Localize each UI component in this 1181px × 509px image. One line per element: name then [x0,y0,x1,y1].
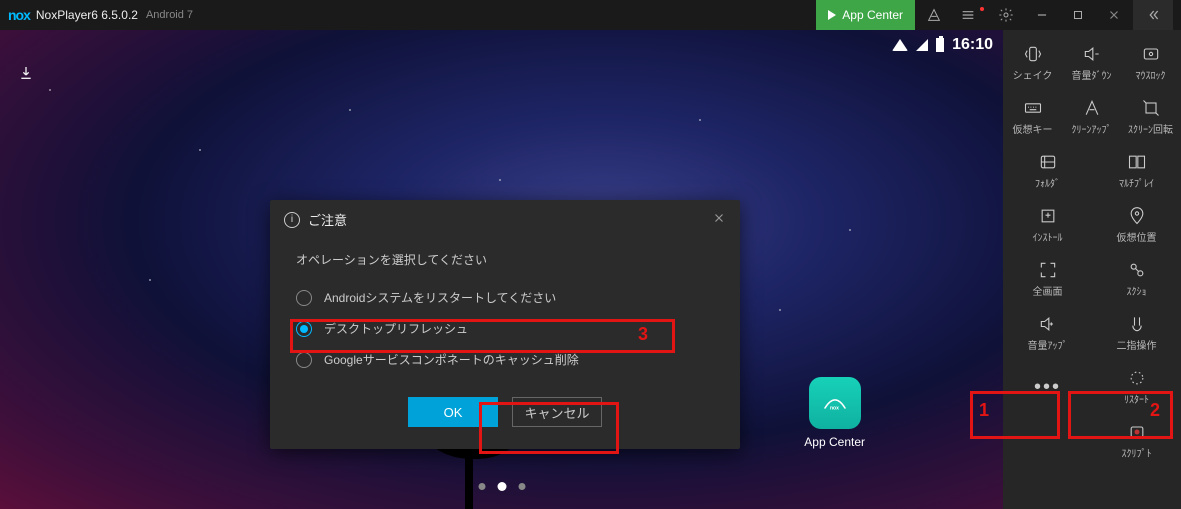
tool-fullscreen[interactable]: 全画面 [1003,252,1092,306]
play-icon [828,10,836,20]
theme-icon[interactable] [917,0,951,30]
tool-virtual-key[interactable]: 仮想キー [1003,90,1062,144]
ok-button[interactable]: OK [408,397,498,427]
wifi-icon [892,39,908,51]
android-status-bar: 16:10 [892,36,993,54]
radio-icon [296,321,312,337]
app-center-shortcut-label: App Center [804,435,865,449]
svg-text:nox: nox [830,405,839,411]
tool-cleanup[interactable]: ｸﾘｰﾝｱｯﾌﾟ [1062,90,1121,144]
side-toolbar: シェイク 音量ﾀﾞｳﾝ ﾏｳｽﾛｯｸ 仮想キー ｸﾘｰﾝｱｯﾌﾟ ｽｸﾘｰﾝ回転… [1003,30,1181,509]
tool-volume-down[interactable]: 音量ﾀﾞｳﾝ [1062,36,1121,90]
tool-screenshot[interactable]: ｽｸｼｮ [1092,252,1181,306]
collapse-toolbar-button[interactable] [1133,0,1173,30]
close-button[interactable] [1097,0,1131,30]
titlebar: nox NoxPlayer6 6.5.0.2 Android 7 App Cen… [0,0,1181,30]
dialog-close-button[interactable] [712,211,726,228]
download-indicator-icon[interactable] [18,65,34,84]
settings-icon[interactable] [989,0,1023,30]
tool-multiplay[interactable]: ﾏﾙﾁﾌﾟﾚｲ [1092,144,1181,198]
maximize-button[interactable] [1061,0,1095,30]
tool-mouse-lock[interactable]: ﾏｳｽﾛｯｸ [1121,36,1180,90]
tool-more[interactable]: ••• [1003,360,1092,414]
page-indicator[interactable] [478,483,525,491]
option-clear-google-cache[interactable]: Googleサービスコンポネートのキャッシュ削除 [296,344,714,375]
dialog-prompt: オペレーションを選択してください [296,251,714,268]
option-label: Googleサービスコンポネートのキャッシュ削除 [324,351,579,368]
tool-folder[interactable]: ﾌｫﾙﾀﾞ [1003,144,1092,198]
radio-icon [296,290,312,306]
notification-dot [980,7,984,11]
option-label: Androidシステムをリスタートしてください [324,289,556,306]
app-center-button[interactable]: App Center [816,0,915,30]
tool-volume-up[interactable]: 音量ｱｯﾌﾟ [1003,306,1092,360]
signal-icon [916,39,928,51]
dialog-title: ご注意 [308,210,347,229]
radio-icon [296,352,312,368]
tool-shake[interactable]: シェイク [1003,36,1062,90]
minimize-button[interactable] [1025,0,1059,30]
tool-restart[interactable]: ﾘｽﾀｰﾄ [1092,360,1181,414]
android-version-tag: Android 7 [146,9,193,21]
tool-script[interactable]: ｽｸﾘﾌﾟﾄ [1092,414,1181,468]
tool-location[interactable]: 仮想位置 [1092,198,1181,252]
menu-icon[interactable] [953,0,987,30]
option-restart-android[interactable]: Androidシステムをリスタートしてください [296,282,714,313]
tool-two-finger[interactable]: 二指操作 [1092,306,1181,360]
tool-rotate[interactable]: ｽｸﾘｰﾝ回転 [1121,90,1180,144]
nox-logo: nox [8,7,30,23]
clock: 16:10 [952,36,993,54]
cancel-button[interactable]: キャンセル [512,397,602,427]
app-center-label: App Center [842,8,903,22]
option-label: デスクトップリフレッシュ [324,320,468,337]
app-center-shortcut[interactable]: nox App Center [804,377,865,449]
option-desktop-refresh[interactable]: デスクトップリフレッシュ [296,313,714,344]
window-title: NoxPlayer6 6.5.0.2 [36,8,138,22]
attention-dialog: i ご注意 オペレーションを選択してください Androidシステムをリスタート… [270,200,740,449]
tool-install[interactable]: ｲﾝｽﾄｰﾙ [1003,198,1092,252]
emulator-viewport: 16:10 nox App Center i ご注意 オペレーションを選択してく… [0,30,1003,509]
app-center-icon: nox [809,377,861,429]
info-icon: i [284,212,300,228]
battery-icon [936,38,944,52]
